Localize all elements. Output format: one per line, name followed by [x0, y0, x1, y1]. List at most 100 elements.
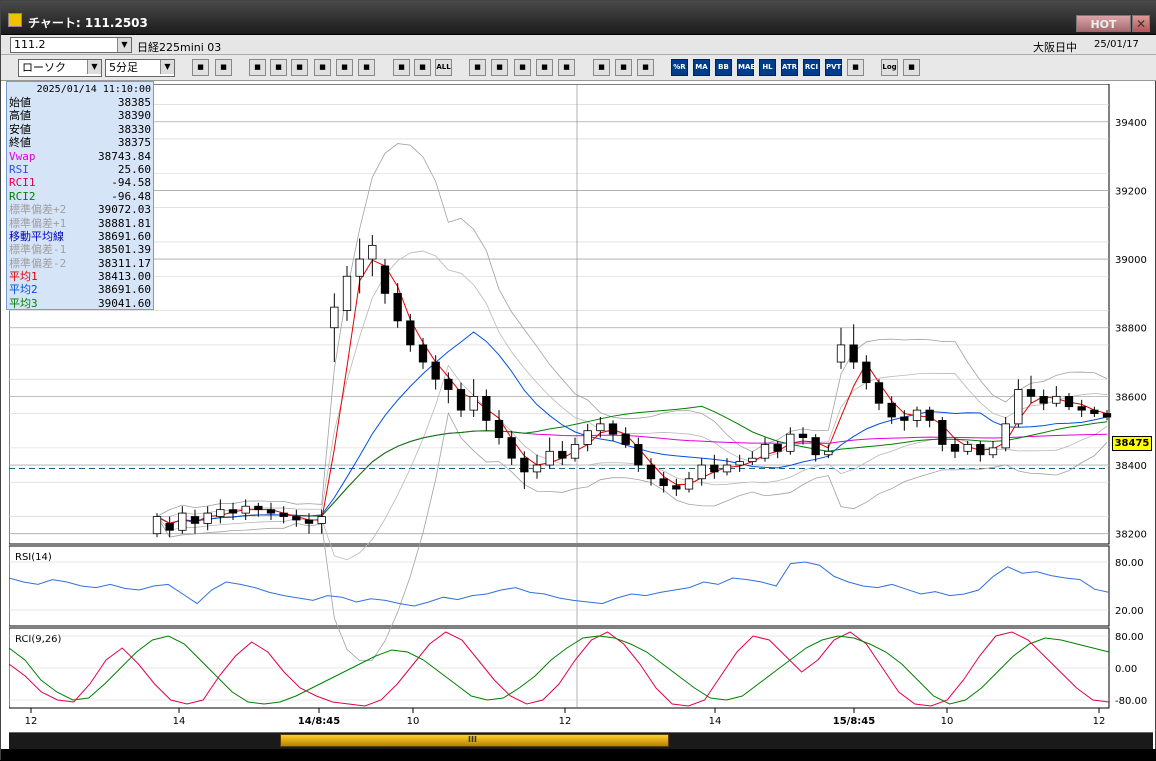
info-label: 平均2 — [9, 283, 38, 297]
page-icon[interactable]: ■ — [336, 59, 353, 76]
candle-body — [507, 437, 516, 459]
chevron-down-icon[interactable]: ▼ — [117, 38, 131, 52]
interval-select[interactable]: 5分足 ▼ — [105, 59, 175, 77]
chevron-down-icon[interactable]: ▼ — [87, 60, 101, 74]
candle-body — [317, 516, 326, 524]
chart-type-select[interactable]: ローソク ▼ — [18, 59, 102, 77]
indicator-mae-button[interactable]: MAE — [737, 59, 755, 76]
title-bar[interactable] — [1, 1, 1156, 35]
hot-button[interactable]: HOT — [1076, 15, 1131, 32]
undo-icon[interactable]: ■ — [314, 59, 331, 76]
palette-icon[interactable]: ■ — [637, 59, 654, 76]
candle-body — [406, 320, 415, 346]
time-axis-label: 12 — [25, 716, 38, 727]
candle-body — [773, 444, 782, 452]
time-axis-label: 14 — [709, 716, 722, 727]
indicator-hl-button[interactable]: HL — [759, 59, 776, 76]
candle-body — [532, 464, 542, 473]
chart-window: チャート: 111.2503 HOT ✕ 111.2 ▼ 日経225mini 03… — [0, 0, 1156, 761]
indicator-log-button[interactable]: Log — [881, 59, 898, 76]
candle2-icon[interactable]: ■ — [414, 59, 431, 76]
info-row: 平均3 39041.60 — [9, 297, 151, 310]
info-label: 始値 — [9, 96, 31, 109]
circle-icon[interactable]: ■ — [558, 59, 575, 76]
candle-body — [836, 344, 846, 363]
candle-body — [418, 344, 428, 363]
info-value: 38881.81 — [98, 216, 151, 230]
chart-area[interactable]: 39400 39200 39000 38800 38600 38400 38200 RSI(1… — [8, 83, 1153, 740]
indicator-ma-button[interactable]: MA — [693, 59, 710, 76]
chart-app-icon — [8, 13, 22, 27]
window-icon[interactable]: ■ — [215, 59, 232, 76]
candle-body — [494, 420, 504, 438]
info-label: 平均1 — [9, 270, 38, 284]
down-icon[interactable]: ■ — [469, 59, 486, 76]
box-icon[interactable]: ■ — [847, 59, 864, 76]
info-row: 高値 38390 — [9, 109, 151, 122]
chevron-down-icon[interactable]: ▼ — [160, 60, 174, 74]
candle-body — [697, 464, 706, 480]
indicator-all-button[interactable]: ALL — [435, 59, 452, 76]
pen-icon[interactable]: ■ — [249, 59, 266, 76]
candle-body — [228, 509, 238, 514]
chart-icon[interactable]: ■ — [514, 59, 531, 76]
brush-icon[interactable]: ■ — [615, 59, 632, 76]
candle-body — [798, 433, 808, 438]
rci-tick-label: 0.00 — [1115, 664, 1137, 675]
candle-body — [710, 464, 719, 473]
indicator-pctr-button[interactable]: %R — [671, 59, 688, 76]
candle-body — [178, 512, 187, 531]
candle-body — [672, 485, 681, 490]
candle-body — [558, 450, 567, 459]
gear-icon[interactable]: ■ — [593, 59, 610, 76]
rci-title: RCI(9,26) — [15, 634, 62, 645]
info-rows: 始値 38385 高値 38390 安値 38330 終値 38375 Vwap 38743.84… — [9, 96, 151, 310]
time-axis-label: 14/8:45 — [298, 716, 340, 727]
info-row: 平均2 38691.60 — [9, 283, 151, 296]
indicator-bb-button[interactable]: BB — [715, 59, 732, 76]
time-axis-label: 12 — [559, 716, 572, 727]
exit-icon[interactable]: ■ — [903, 59, 920, 76]
candle-body — [393, 293, 402, 322]
info-label: 標準偏差+1 — [9, 216, 67, 230]
zoom-icon[interactable]: ■ — [192, 59, 209, 76]
candle-body — [355, 258, 364, 277]
candle-body — [1052, 395, 1061, 404]
info-label: Vwap — [9, 149, 36, 163]
indicator-atr-button[interactable]: ATR — [781, 59, 798, 76]
info-value: -96.48 — [111, 189, 151, 203]
indicator-pvt-button[interactable]: PVT — [825, 59, 842, 76]
grip-icon[interactable]: III — [468, 735, 477, 744]
flag-icon[interactable]: ■ — [536, 59, 553, 76]
candle-body — [165, 523, 174, 531]
info-label: 標準偏差+2 — [9, 203, 67, 217]
close-icon[interactable]: ✕ — [1132, 15, 1150, 32]
candle-body — [811, 437, 820, 456]
bottom-strip — [1, 749, 1156, 761]
symbol-select[interactable]: 111.2 ▼ — [10, 37, 132, 53]
info-label: 移動平均線 — [9, 229, 64, 243]
rci-tick-label: 80.00 — [1115, 632, 1144, 643]
candle-body — [684, 478, 694, 490]
candle-body — [279, 512, 288, 517]
chart-svg[interactable]: 39400 39200 39000 38800 38600 38400 38200 RSI(1… — [8, 83, 1153, 740]
rsi-line — [8, 561, 1110, 607]
interval-value: 5分足 — [109, 61, 138, 74]
candle-body — [621, 433, 630, 445]
candle-body — [646, 464, 656, 480]
candle-icon[interactable]: ■ — [393, 59, 410, 76]
info-row: RCI1 -94.58 — [9, 176, 151, 189]
current-price-marker: 38475 — [1112, 436, 1152, 451]
info-value: 38691.60 — [98, 229, 151, 243]
indicator-rci-button[interactable]: RCI — [803, 59, 820, 76]
trash-icon[interactable]: ■ — [358, 59, 375, 76]
candle-body — [735, 461, 744, 466]
ohlc-info-panel: 2025/01/14 11:10:00 始値 38385 高値 38390 安値 3833… — [6, 81, 154, 310]
rsi-title: RSI(14) — [15, 552, 52, 563]
search-icon[interactable]: ■ — [491, 59, 508, 76]
reset-icon[interactable]: ■ — [270, 59, 287, 76]
candle-body — [330, 306, 339, 329]
candle-body — [203, 512, 212, 524]
candle-body — [634, 444, 643, 466]
cursor-icon[interactable]: ■ — [291, 59, 308, 76]
